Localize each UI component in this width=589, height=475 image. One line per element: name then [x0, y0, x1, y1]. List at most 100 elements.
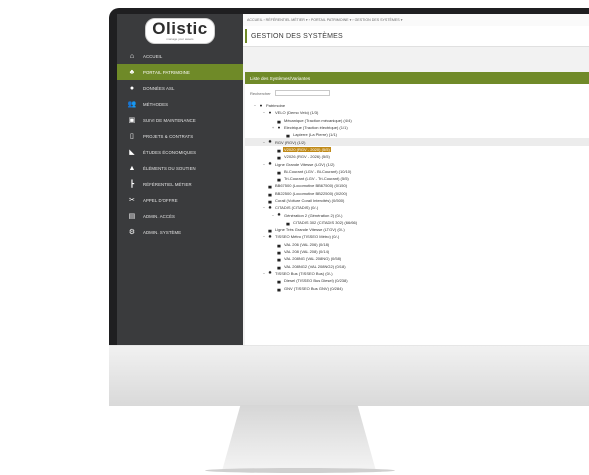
tree-toggle[interactable]: − — [262, 110, 266, 115]
tree-toggle[interactable]: − — [253, 103, 257, 108]
page-header: GESTION DES SYSTÈMES — [243, 26, 589, 47]
tree-node[interactable]: ▄ Ligne Très Grande Vitesse (LTGV) (0/-) — [245, 226, 589, 233]
tree-node-label[interactable]: Diesel (TISSEO Bus Diesel) (0/238) — [283, 278, 349, 283]
sidebar-item-r-f-rentiel-m-tier[interactable]: ┣ RÉFÉRENTIEL MÉTIER — [117, 176, 243, 192]
tree-node[interactable]: + ● Electrique (Traction électrique) (1/1) — [245, 124, 589, 131]
tree-toggle[interactable]: − — [271, 213, 275, 218]
tree-toggle[interactable]: − — [262, 234, 266, 239]
tree-node-label[interactable]: Electrique (Traction électrique) (1/1) — [283, 125, 349, 130]
monitor-chin — [109, 345, 589, 406]
tree-node[interactable]: − ✸ RGV (RGV) (1/2) — [245, 138, 589, 146]
panel-title: Liste des Systèmes/Variantes — [245, 72, 589, 84]
tree-node-label[interactable]: TISSEO Métro (TISSEO Métro) (0/-) — [274, 234, 340, 239]
tree-node[interactable]: ▄ VAL 208NG2 (VAL 208NG2) (0/18) — [245, 263, 589, 270]
sidebar-item-accueil[interactable]: ⌂ ACCUEIL — [117, 48, 243, 64]
globe-icon: ● — [259, 103, 263, 109]
monitor-stand — [222, 405, 376, 471]
tree-node-label[interactable]: VELO (Demo Velo) (1/3) — [274, 110, 319, 115]
tree-node[interactable]: ▄ Mécanique (Traction mécanique) (4/4) — [245, 117, 589, 124]
tree-toggle[interactable]: − — [262, 271, 266, 276]
tree-node[interactable]: ▄ BB67500 (Locomotive BB67500) (0/150) — [245, 182, 589, 189]
tree-node-label[interactable]: VAL 208NG2 (VAL 208NG2) (0/18) — [283, 264, 347, 269]
sidebar-item-appel-d-offre[interactable]: ✂ APPEL D'OFFRE — [117, 192, 243, 208]
tree-node[interactable]: − ✸ CITADIS (CITADIS) (0/-) — [245, 204, 589, 211]
sidebar-item-tudes-conomiques[interactable]: ◣ ÉTUDES ÉCONOMIQUES — [117, 144, 243, 160]
tree-node-label[interactable]: VAL 208NG (VAL 208NG) (0/58) — [283, 256, 342, 261]
tree-node-label[interactable]: BB22500 (Locomotive BB22500) (0/200) — [274, 191, 348, 196]
sidebar-item-label: ACCUEIL — [143, 53, 163, 59]
tree-toggle[interactable]: − — [262, 162, 266, 167]
sidebar-item-label: DONNÉES ASL — [143, 85, 175, 91]
search-input[interactable] — [274, 90, 330, 96]
tree-toggle[interactable]: − — [262, 205, 266, 210]
tree-node[interactable]: ▄ Diesel (TISSEO Bus Diesel) (0/238) — [245, 277, 589, 284]
sidebar-item-donn-es-asl[interactable]: ● DONNÉES ASL — [117, 80, 243, 96]
tree-node[interactable]: ▄ VAL 206 (VAL 206) (0/18) — [245, 241, 589, 248]
sidebar-item-m-thodes[interactable]: 👥 MÉTHODES — [117, 96, 243, 112]
sidebar-item-label: ADMIN. SYSTÈME — [143, 229, 182, 235]
tree-node-label[interactable]: Ligne Grande Vitesse (LGV) (1/2) — [274, 162, 336, 167]
tree-node-label[interactable]: Patrimoine — [265, 103, 286, 108]
sidebar-item-suivi-de-maintenance[interactable]: ▣ SUIVI DE MAINTENANCE — [117, 112, 243, 128]
page-title-accent — [245, 29, 247, 43]
vehicle-icon: ▄ — [277, 278, 281, 284]
tree-node[interactable]: − ✸ Ligne Grande Vitesse (LGV) (1/2) — [245, 160, 589, 167]
sidebar-item-admin-acc-s[interactable]: ▤ ADMIN. ACCÈS — [117, 208, 243, 224]
tree-node[interactable]: − ● VELO (Demo Velo) (1/3) — [245, 109, 589, 116]
tree-node[interactable]: ▄ Tri-Courant (LGV - Tri-Courant) (5/5) — [245, 175, 589, 182]
sidebar-item-projets-contrats[interactable]: ▯ PROJETS & CONTRATS — [117, 128, 243, 144]
tree-node-label[interactable]: VAL 206 (VAL 206) (0/18) — [283, 242, 330, 247]
tree-toggle[interactable]: − — [262, 140, 266, 145]
breadcrumb[interactable]: ACCUEIL › RÉFÉRENTIEL MÉTIER ▾ › PORTAIL… — [243, 14, 589, 26]
tree-node[interactable]: − ✸ TISSEO Métro (TISSEO Métro) (0/-) — [245, 233, 589, 240]
tools-icon: ✂ — [129, 197, 135, 204]
vehicle-icon: ▄ — [277, 154, 281, 160]
tree-node[interactable]: − ● Patrimoine — [245, 102, 589, 109]
tree-node-label[interactable]: Génération 2 (Génération 2) (0/-) — [283, 213, 343, 218]
logo[interactable]: Olistic manage your assets — [117, 14, 243, 48]
tree-node[interactable]: ▄ VAL 208 (VAL 208) (0/14) — [245, 248, 589, 255]
tree-node[interactable]: ▄ Corail (Voiture Corail Intercités) (0/5… — [245, 197, 589, 204]
tree-node-label[interactable]: V2020 (RGV - 2020) (5/5) — [283, 146, 331, 152]
tree-node[interactable]: ▄ Bi-Courant (LGV - Bi-Courant) (10/10) — [245, 168, 589, 175]
sidebar-item-l-ments-du-soutien[interactable]: ▲ ÉLÉMENTS DU SOUTIEN — [117, 160, 243, 176]
tree-node-label[interactable]: GNV (TISSEO Bus GNV) (0/284) — [283, 286, 344, 291]
sidebar-item-portail-patrimoine[interactable]: ♣ PORTAIL PATRIMOINE — [117, 64, 243, 80]
tree-node-label[interactable]: Bi-Courant (LGV - Bi-Courant) (10/10) — [283, 169, 352, 174]
tree-node[interactable]: − ✸ Génération 2 (Génération 2) (0/-) — [245, 211, 589, 218]
tree-node[interactable]: ▄ GNV (TISSEO Bus GNV) (0/284) — [245, 284, 589, 291]
logo-box: Olistic manage your assets — [145, 18, 215, 44]
sidebar-item-label: SUIVI DE MAINTENANCE — [143, 117, 196, 123]
tree-node-label[interactable]: CITADIS (CITADIS) (0/-) — [274, 205, 319, 210]
tree-node-label[interactable]: Lapierre (La Pierre) (1/1) — [292, 132, 338, 137]
tree-node[interactable]: ▄ VAL 208NG (VAL 208NG) (0/58) — [245, 255, 589, 262]
tree-node-label[interactable]: BB67500 (Locomotive BB67500) (0/150) — [274, 183, 348, 188]
sidebar-item-admin-syst-me[interactable]: ⚙ ADMIN. SYSTÈME — [117, 224, 243, 240]
tree-node-label[interactable]: Corail (Voiture Corail Intercités) (0/50… — [274, 198, 345, 203]
sidebar-item-label: APPEL D'OFFRE — [143, 197, 178, 203]
vehicle-icon: ▄ — [277, 146, 281, 152]
tree-node-label[interactable]: VAL 208 (VAL 208) (0/14) — [283, 249, 330, 254]
tree-toggle[interactable]: + — [271, 125, 275, 130]
tree-node-label[interactable]: RGV (RGV) (1/2) — [274, 140, 306, 145]
tree-node[interactable]: ▄ Lapierre (La Pierre) (1/1) — [245, 131, 589, 138]
sidebar-item-label: PROJETS & CONTRATS — [143, 133, 194, 139]
tree-node-label[interactable]: TISSEO Bus (TISSEO Bus) (0/-) — [274, 271, 334, 276]
vehicle-icon: ▄ — [286, 132, 290, 138]
tree-node-label[interactable]: Mécanique (Traction mécanique) (4/4) — [283, 118, 353, 123]
tree-node-label[interactable]: V2026 (RGV - 2026) (5/5) — [283, 154, 331, 159]
tree-node-label[interactable]: CITADIS 302 (CITADIS 302) (66/66) — [292, 220, 358, 225]
systems-panel: Liste des Systèmes/Variantes Rechercher … — [245, 72, 589, 345]
id-card-icon: ▤ — [128, 213, 136, 220]
hierarchy-icon: ┣ — [129, 181, 135, 188]
tree-node[interactable]: ▄ CITADIS 302 (CITADIS 302) (66/66) — [245, 219, 589, 226]
tree-node[interactable]: ▄ V2020 (RGV - 2020) (5/5) — [245, 146, 589, 153]
tree-node[interactable]: ▄ V2026 (RGV - 2026) (5/5) — [245, 153, 589, 160]
tree-node[interactable]: ▄ BB22500 (Locomotive BB22500) (0/200) — [245, 190, 589, 197]
tree-node[interactable]: − ✸ TISSEO Bus (TISSEO Bus) (0/-) — [245, 270, 589, 277]
tree-node-label[interactable]: Ligne Très Grande Vitesse (LTGV) (0/-) — [274, 227, 346, 232]
sidebar-item-label: PORTAIL PATRIMOINE — [143, 69, 190, 75]
tree-node-label[interactable]: Tri-Courant (LGV - Tri-Courant) (5/5) — [283, 176, 350, 181]
vehicle-icon: ▄ — [277, 176, 281, 182]
monitor-stand-shadow — [205, 468, 395, 473]
